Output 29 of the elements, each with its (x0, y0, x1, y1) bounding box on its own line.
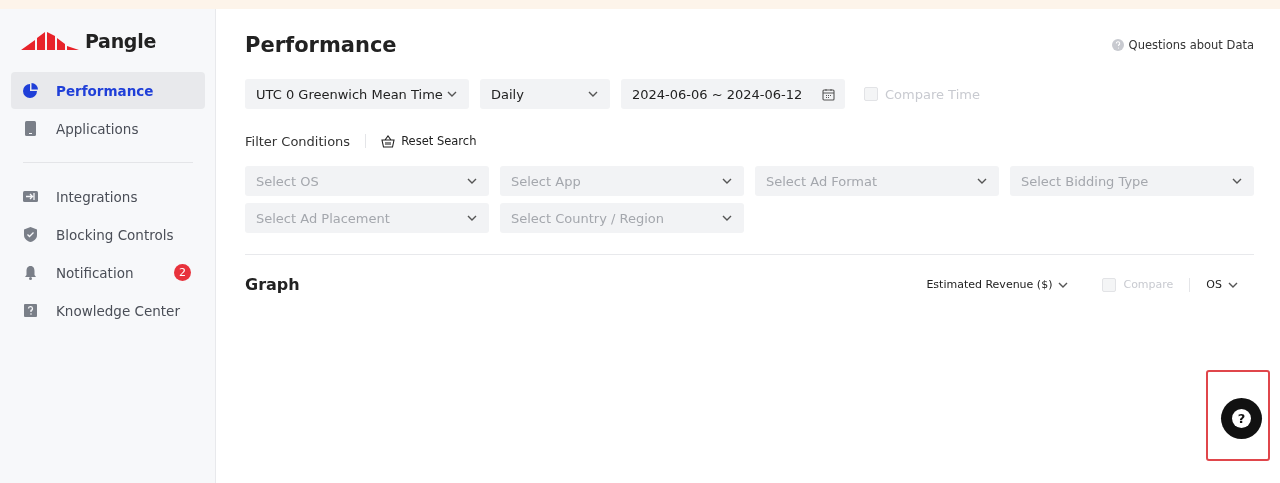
nav-item[interactable]: Notification 2 (11, 254, 205, 291)
section-title: Graph (245, 275, 300, 294)
pie-chart-icon (23, 83, 38, 98)
nav-item[interactable]: Blocking Controls (11, 216, 205, 253)
bell-icon (23, 265, 38, 280)
metric-dropdown[interactable]: Estimated Revenue ($) (926, 277, 1071, 292)
arrow-into-box-icon (23, 189, 38, 204)
dimension-dropdown[interactable]: OS (1206, 277, 1240, 292)
nav-item[interactable]: Knowledge Center (11, 292, 205, 329)
nav-item[interactable]: Performance (11, 72, 205, 109)
nav-item[interactable]: Applications (11, 110, 205, 147)
help-icon (1111, 39, 1124, 51)
calendar-icon (822, 87, 835, 101)
question-book-icon (23, 303, 38, 318)
dropdown[interactable]: Daily (480, 79, 610, 109)
basket-icon (381, 134, 396, 148)
nav-item[interactable]: Integrations (11, 178, 205, 215)
count-badge: 2 (174, 264, 191, 281)
filter-label: Filter Conditions (245, 133, 351, 149)
reset-search-button[interactable]: Reset Search (381, 134, 477, 148)
help-button[interactable]: ? (1221, 398, 1262, 439)
page-title: Performance (245, 33, 397, 57)
dropdown[interactable]: UTC 0 Greenwich Mean Time (245, 79, 469, 109)
shield-icon (23, 227, 38, 242)
logo-text: Pangle (85, 30, 156, 52)
help-link[interactable]: Questions about Data (1111, 38, 1254, 52)
date-range-picker[interactable]: 2024-06-06 ~ 2024-06-12 (621, 79, 845, 109)
logo-icon (21, 30, 81, 52)
phone-icon (23, 121, 38, 136)
